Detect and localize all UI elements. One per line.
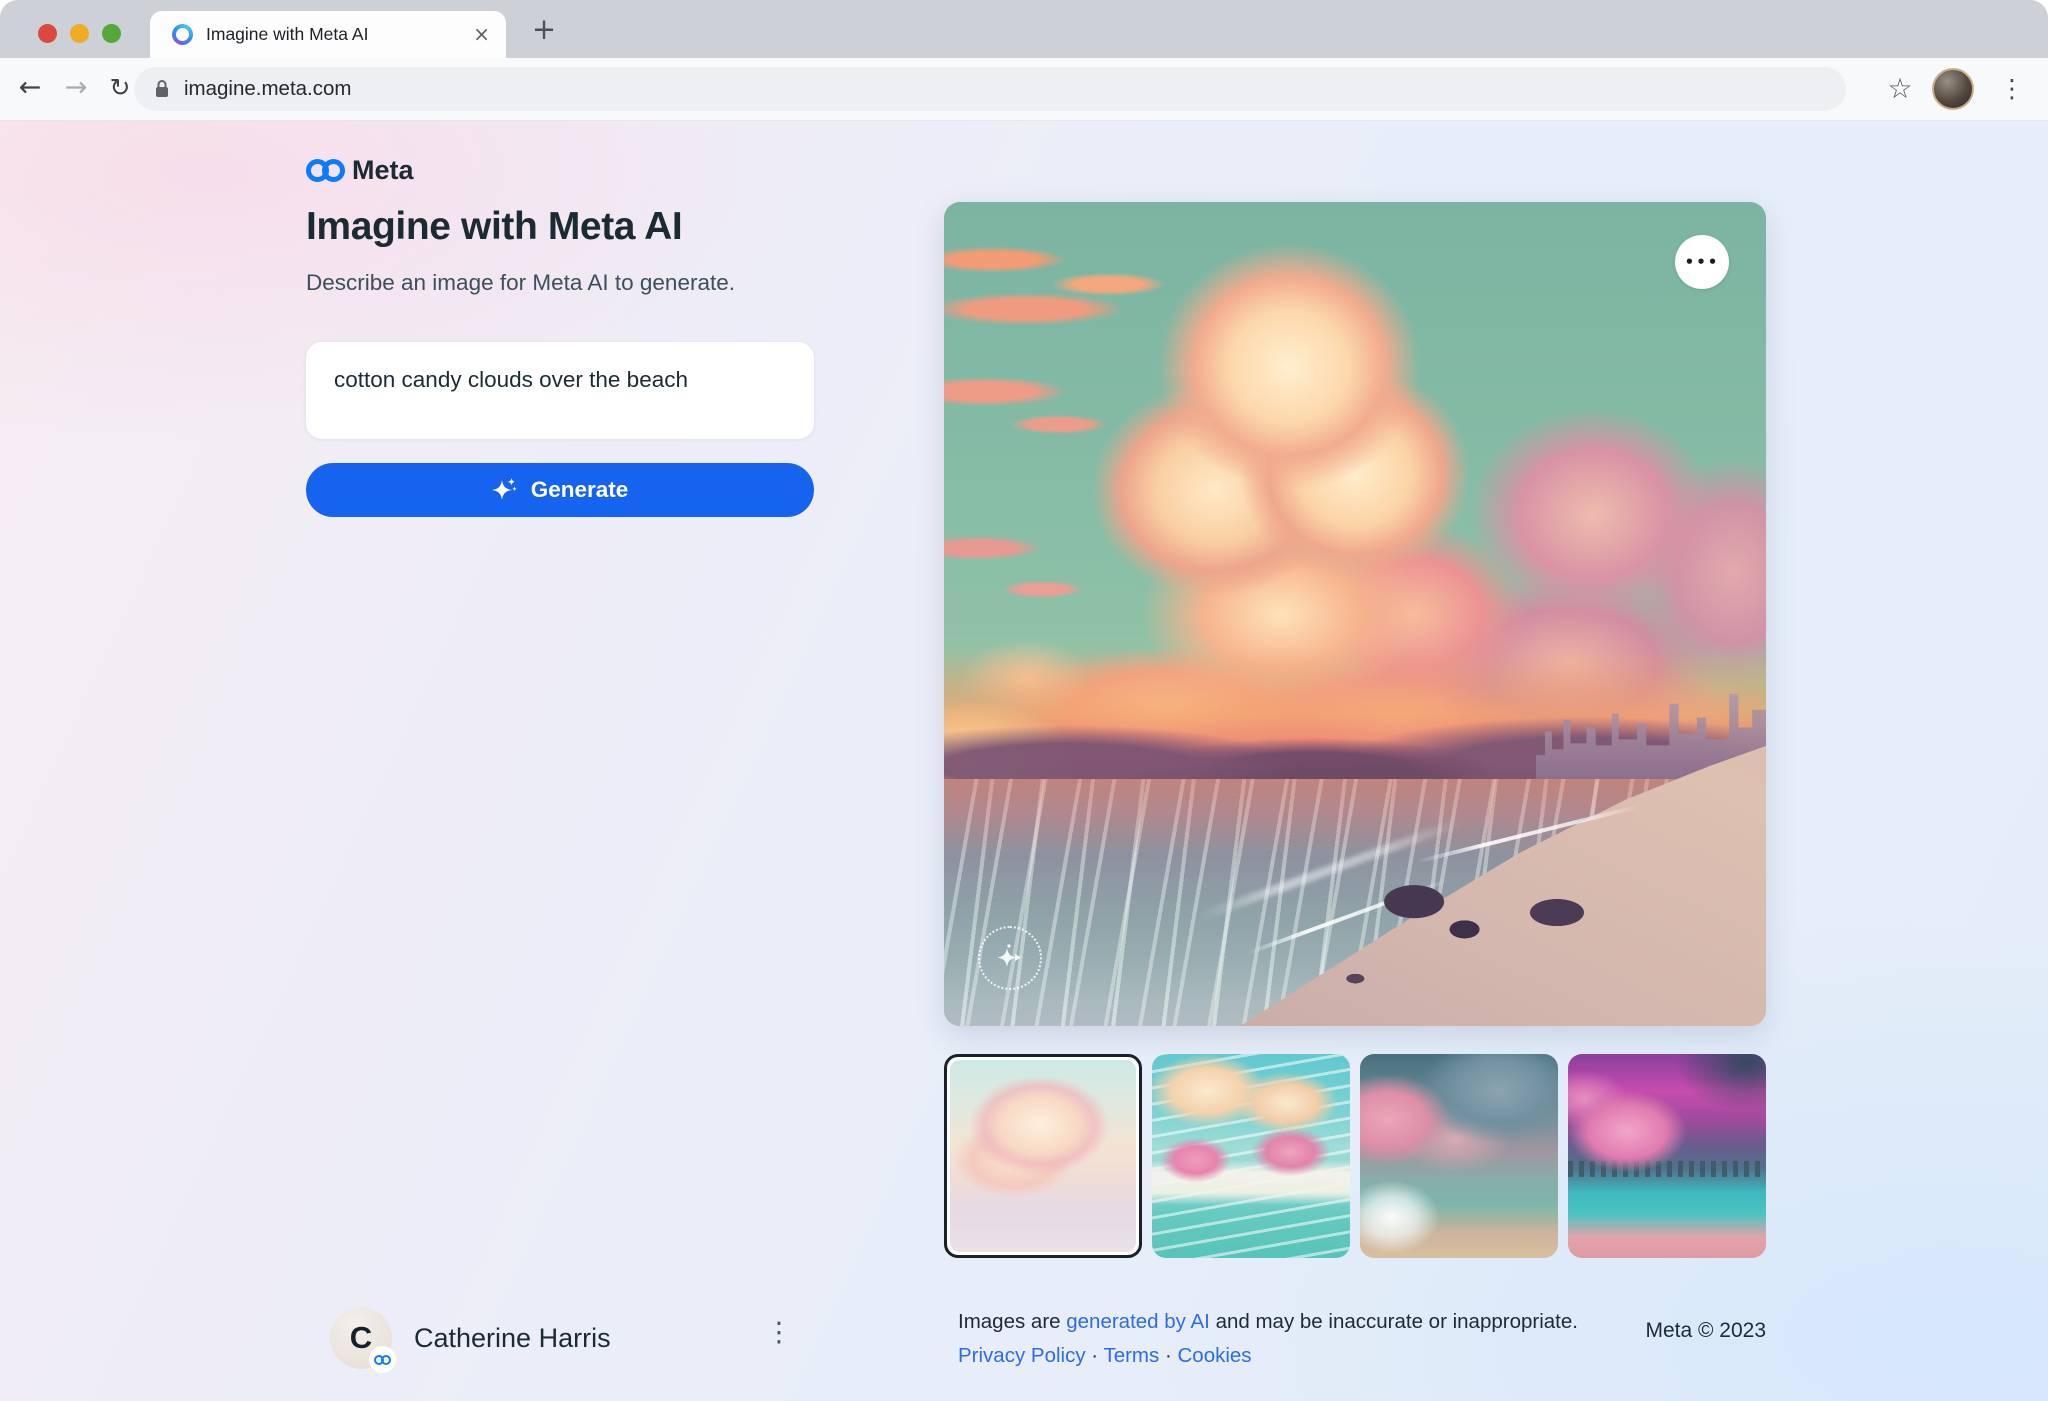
thumbnail-1-selected[interactable] <box>944 1054 1142 1258</box>
forward-button[interactable]: → <box>56 58 96 118</box>
meta-logo: Meta <box>306 155 414 186</box>
browser-window: Imagine with Meta AI × + ← → ↻ imagine.m… <box>0 0 2048 1401</box>
user-account-row[interactable]: C Catherine Harris <box>330 1307 611 1369</box>
brand-name: Meta <box>352 155 414 186</box>
thumbnail-strip <box>944 1054 1766 1258</box>
generated-image: ••• <box>944 202 1766 1026</box>
watermark-sparkle-icon <box>995 943 1025 973</box>
disclaimer-suffix: and may be inaccurate or inappropriate. <box>1210 1310 1578 1333</box>
prompt-input[interactable]: cotton candy clouds over the beach <box>306 342 814 439</box>
generate-button[interactable]: Generate <box>306 463 814 517</box>
meta-infinity-icon <box>306 159 345 182</box>
image-rocks <box>944 202 1766 1026</box>
user-avatar: C <box>330 1307 392 1369</box>
browser-tab[interactable]: Imagine with Meta AI × <box>150 11 506 58</box>
generate-label: Generate <box>531 477 629 503</box>
browser-toolbar: ← → ↻ imagine.meta.com ☆ ⋮ <box>0 58 2048 121</box>
page-subtitle: Describe an image for Meta AI to generat… <box>306 270 735 296</box>
tab-title: Imagine with Meta AI <box>206 11 368 58</box>
copyright: Meta © 2023 <box>1560 1319 1766 1343</box>
ai-disclaimer: Images are generated by AI and may be in… <box>958 1307 1578 1337</box>
back-button[interactable]: ← <box>10 58 50 118</box>
close-window-button[interactable] <box>38 24 57 43</box>
footer: Images are generated by AI and may be in… <box>958 1307 1578 1371</box>
browser-menu-icon[interactable]: ⋮ <box>1992 59 2032 119</box>
url-text: imagine.meta.com <box>184 67 351 111</box>
generated-by-ai-link[interactable]: generated by AI <box>1066 1310 1210 1333</box>
meta-ai-favicon-icon <box>172 24 193 45</box>
terms-link[interactable]: Terms <box>1103 1344 1159 1367</box>
thumbnail-3[interactable] <box>1360 1054 1558 1258</box>
imagined-with-ai-watermark <box>978 926 1042 990</box>
link-separator: · <box>1091 1344 1098 1367</box>
tab-strip: Imagine with Meta AI × + <box>0 0 2048 58</box>
user-name: Catherine Harris <box>414 1323 611 1354</box>
user-initial: C <box>350 1320 372 1356</box>
browser-profile-avatar[interactable] <box>1932 68 1974 110</box>
image-more-options-button[interactable]: ••• <box>1675 235 1729 289</box>
sparkle-icon <box>492 477 518 503</box>
privacy-policy-link[interactable]: Privacy Policy <box>958 1344 1086 1367</box>
lock-icon <box>154 79 170 99</box>
link-separator: · <box>1165 1344 1172 1367</box>
page-title: Imagine with Meta AI <box>306 205 682 249</box>
address-bar[interactable]: imagine.meta.com <box>134 67 1846 111</box>
prompt-card: cotton candy clouds over the beach <box>306 342 814 439</box>
thumbnail-2[interactable] <box>1152 1054 1350 1258</box>
legal-links: Privacy Policy · Terms · Cookies <box>958 1341 1578 1371</box>
close-tab-icon[interactable]: × <box>473 11 490 58</box>
more-horizontal-icon: ••• <box>1685 253 1720 271</box>
page-content: Meta Imagine with Meta AI Describe an im… <box>0 121 2048 1401</box>
meta-badge-icon <box>369 1346 396 1373</box>
fullscreen-window-button[interactable] <box>102 24 121 43</box>
disclaimer-prefix: Images are <box>958 1310 1066 1333</box>
bookmark-star-icon[interactable]: ☆ <box>1880 59 1920 119</box>
minimize-window-button[interactable] <box>70 24 89 43</box>
screen: Imagine with Meta AI × + ← → ↻ imagine.m… <box>0 0 2048 1401</box>
thumbnail-4[interactable] <box>1568 1054 1766 1258</box>
new-tab-button[interactable]: + <box>524 9 564 49</box>
cookies-link[interactable]: Cookies <box>1178 1344 1252 1367</box>
user-menu-icon[interactable]: ⋮ <box>764 1317 794 1348</box>
